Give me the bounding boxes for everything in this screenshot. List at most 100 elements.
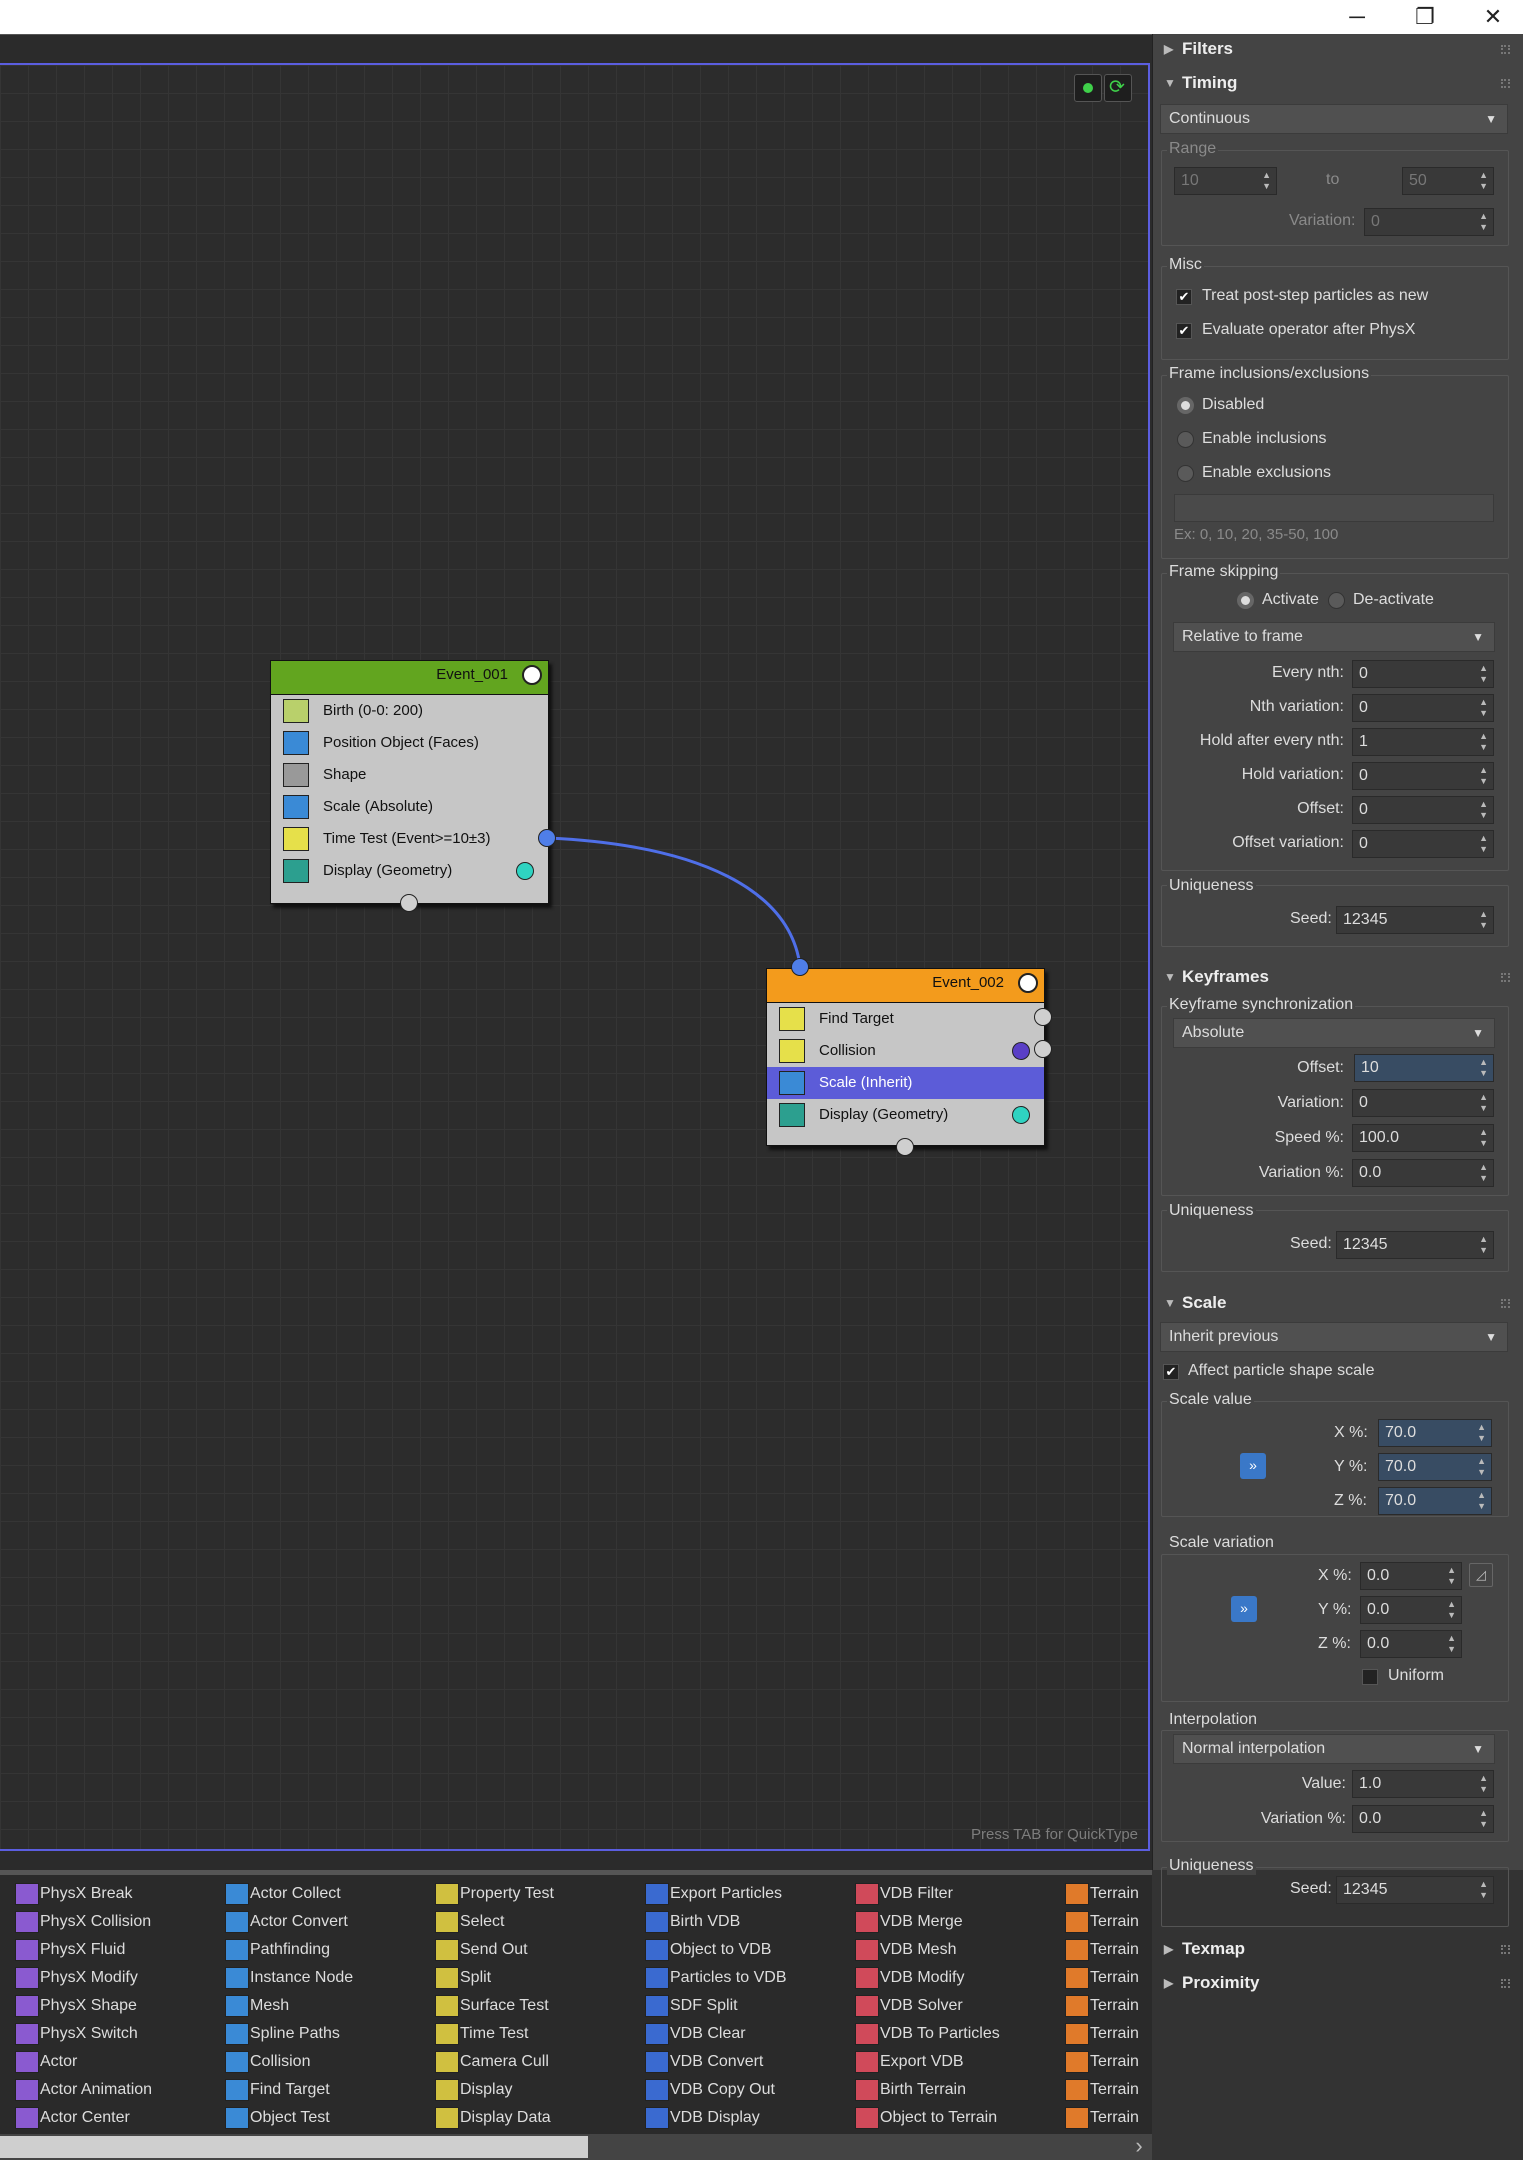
library-item[interactable]: Find Target xyxy=(210,2076,330,2104)
kf-offset-spinner[interactable]: 10 ▲ ▼ xyxy=(1354,1054,1494,1082)
library-item[interactable]: Birth VDB xyxy=(630,1908,740,1936)
library-item[interactable]: Terrain xyxy=(1050,2020,1139,2048)
library-item[interactable]: Object Test xyxy=(210,2104,330,2132)
library-item[interactable]: Particles to VDB xyxy=(630,1964,786,1992)
library-item[interactable]: SDF Split xyxy=(630,1992,738,2020)
display-color-dot[interactable] xyxy=(1012,1106,1030,1124)
lightbulb-icon[interactable] xyxy=(1018,973,1038,993)
keyframe-sync-dropdown[interactable]: Absolute ▼ xyxy=(1173,1018,1495,1048)
display-color-dot[interactable] xyxy=(516,862,534,880)
library-item[interactable]: Display xyxy=(420,2076,512,2104)
library-item[interactable]: Actor Convert xyxy=(210,1908,348,1936)
relative-dropdown[interactable]: Relative to frame ▼ xyxy=(1173,622,1495,652)
event-node-header[interactable]: Event_002 xyxy=(767,969,1044,1003)
evaluate-after-physx-checkbox[interactable]: ✔ xyxy=(1176,323,1192,339)
library-item[interactable]: VDB To Particles xyxy=(840,2020,1000,2048)
hold-after-spinner[interactable]: 1 ▲ ▼ xyxy=(1352,728,1494,756)
library-item[interactable]: VDB Mesh xyxy=(840,1936,956,1964)
library-item[interactable]: Object to Terrain xyxy=(840,2104,997,2132)
collision-color-dot[interactable] xyxy=(1012,1042,1030,1060)
library-item[interactable]: VDB Modify xyxy=(840,1964,964,1992)
operator-row[interactable]: Scale (Absolute) xyxy=(271,791,548,823)
scale-seed-spinner[interactable]: 12345 ▲ ▼ xyxy=(1336,1876,1494,1904)
library-item[interactable]: PhysX Break xyxy=(0,1880,132,1908)
event-bottom-port[interactable] xyxy=(400,894,418,912)
hold-variation-spinner[interactable]: 0 ▲ ▼ xyxy=(1352,762,1494,790)
operator-row[interactable]: Find Target xyxy=(767,1003,1044,1035)
timing-seed-spinner[interactable]: 12345 ▲ ▼ xyxy=(1336,906,1494,934)
find-target-output-port[interactable] xyxy=(1034,1008,1052,1026)
event-node-header[interactable]: Event_001 xyxy=(271,661,548,695)
library-item[interactable]: Actor Center xyxy=(0,2104,130,2132)
scroll-right-button[interactable]: › xyxy=(1128,2134,1150,2160)
library-item[interactable]: Property Test xyxy=(420,1880,554,1908)
rollout-filters[interactable]: ▶ Filters xyxy=(1156,34,1518,64)
library-item[interactable]: Export Particles xyxy=(630,1880,782,1908)
library-item[interactable]: VDB Merge xyxy=(840,1908,963,1936)
input-port[interactable] xyxy=(791,958,809,976)
library-item[interactable]: Terrain xyxy=(1050,1880,1139,1908)
event-bottom-port[interactable] xyxy=(896,1138,914,1156)
offset-variation-spinner[interactable]: 0 ▲ ▼ xyxy=(1352,830,1494,858)
library-item[interactable]: VDB Copy Out xyxy=(630,2076,775,2104)
operator-row[interactable]: Display (Geometry) xyxy=(271,855,548,887)
library-item[interactable]: PhysX Fluid xyxy=(0,1936,125,1964)
kf-seed-spinner[interactable]: 12345 ▲ ▼ xyxy=(1336,1231,1494,1259)
library-item[interactable]: Object to VDB xyxy=(630,1936,771,1964)
library-item[interactable]: Surface Test xyxy=(420,1992,549,2020)
minimize-button[interactable]: ─ xyxy=(1326,0,1388,34)
library-item[interactable]: Pathfinding xyxy=(210,1936,330,1964)
library-item[interactable]: Export VDB xyxy=(840,2048,964,2076)
output-port[interactable] xyxy=(538,829,556,847)
library-item[interactable]: VDB Solver xyxy=(840,1992,963,2020)
library-item[interactable]: VDB Filter xyxy=(840,1880,953,1908)
rollout-texmap[interactable]: ▶ Texmap xyxy=(1156,1934,1518,1964)
library-item[interactable]: PhysX Collision xyxy=(0,1908,151,1936)
rollout-proximity[interactable]: ▶ Proximity xyxy=(1156,1968,1518,1998)
close-button[interactable]: ✕ xyxy=(1462,0,1523,34)
interp-variation-spinner[interactable]: 0.0 ▲ ▼ xyxy=(1352,1805,1494,1833)
operator-row[interactable]: Position Object (Faces) xyxy=(271,727,548,759)
uniform-checkbox[interactable] xyxy=(1362,1669,1378,1685)
interpolation-dropdown[interactable]: Normal interpolation ▼ xyxy=(1173,1734,1495,1764)
operator-row[interactable]: Shape xyxy=(271,759,548,791)
enable-inclusions-radio[interactable] xyxy=(1177,431,1194,448)
offset-spinner[interactable]: 0 ▲ ▼ xyxy=(1352,796,1494,824)
library-item[interactable]: Actor xyxy=(0,2048,77,2076)
library-item[interactable]: Select xyxy=(420,1908,504,1936)
affect-shape-scale-checkbox[interactable]: ✔ xyxy=(1163,1364,1179,1380)
every-nth-spinner[interactable]: 0 ▲ ▼ xyxy=(1352,660,1494,688)
rollout-scale[interactable]: ▼ Scale xyxy=(1156,1288,1518,1318)
library-item[interactable]: Terrain xyxy=(1050,2104,1139,2132)
library-item[interactable]: Camera Cull xyxy=(420,2048,549,2076)
range-from-spinner[interactable]: 10 ▲ ▼ xyxy=(1174,167,1277,195)
library-item[interactable]: VDB Convert xyxy=(630,2048,763,2076)
operator-row[interactable]: Birth (0-0: 200) xyxy=(271,695,548,727)
library-item[interactable]: Terrain xyxy=(1050,1992,1139,2020)
library-item[interactable]: Mesh xyxy=(210,1992,289,2020)
kf-variation-pct-spinner[interactable]: 0.0 ▲ ▼ xyxy=(1352,1159,1494,1187)
activate-radio[interactable] xyxy=(1237,592,1254,609)
library-item[interactable]: Time Test xyxy=(420,2020,528,2048)
operator-row[interactable]: Collision xyxy=(767,1035,1044,1067)
library-item[interactable]: Collision xyxy=(210,2048,310,2076)
rollout-keyframes[interactable]: ▼ Keyframes xyxy=(1156,962,1518,992)
treat-post-step-checkbox[interactable]: ✔ xyxy=(1176,289,1192,305)
nth-variation-spinner[interactable]: 0 ▲ ▼ xyxy=(1352,694,1494,722)
library-item[interactable]: PhysX Modify xyxy=(0,1964,138,1992)
timing-mode-dropdown[interactable]: Continuous ▼ xyxy=(1160,104,1508,134)
library-item[interactable]: VDB Display xyxy=(630,2104,760,2132)
deactivate-radio[interactable] xyxy=(1328,592,1345,609)
curve-editor-button[interactable]: ◿ xyxy=(1469,1563,1493,1587)
kf-speed-spinner[interactable]: 100.0 ▲ ▼ xyxy=(1352,1124,1494,1152)
library-item[interactable]: VDB Clear xyxy=(630,2020,746,2048)
range-to-spinner[interactable]: 50 ▲ ▼ xyxy=(1402,167,1494,195)
range-variation-spinner[interactable]: 0 ▲ ▼ xyxy=(1364,208,1494,236)
scale-mode-dropdown[interactable]: Inherit previous ▼ xyxy=(1160,1322,1508,1352)
library-item[interactable]: Terrain xyxy=(1050,2048,1139,2076)
library-item[interactable]: Birth Terrain xyxy=(840,2076,966,2104)
var-y-spinner[interactable]: 0.0 ▲ ▼ xyxy=(1360,1596,1462,1624)
library-item[interactable]: Spline Paths xyxy=(210,2020,340,2048)
interp-value-spinner[interactable]: 1.0 ▲ ▼ xyxy=(1352,1770,1494,1798)
library-item[interactable]: PhysX Switch xyxy=(0,2020,138,2048)
